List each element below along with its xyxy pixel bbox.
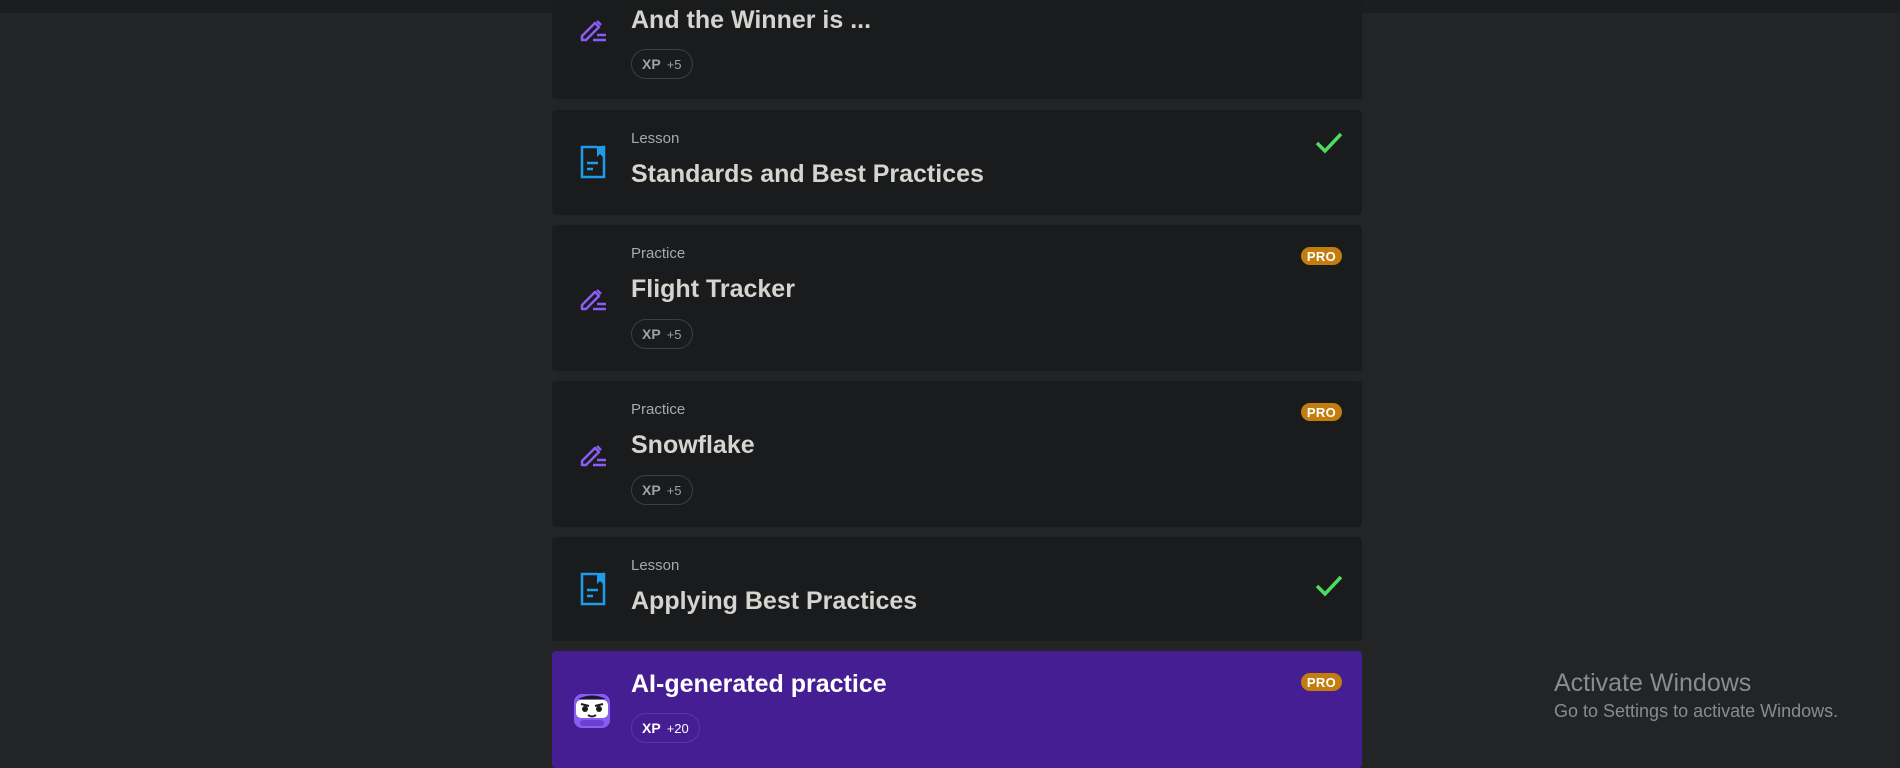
pencil-icon bbox=[576, 11, 610, 45]
practice-card-and-the-winner[interactable]: And the Winner is ... XP +5 bbox=[552, 0, 1362, 99]
xp-label: XP bbox=[642, 326, 661, 342]
xp-badge: XP +20 bbox=[631, 713, 700, 743]
pro-badge: PRO bbox=[1300, 673, 1342, 691]
xp-badge: XP +5 bbox=[631, 475, 693, 505]
check-icon bbox=[1315, 132, 1343, 154]
xp-value: +5 bbox=[666, 56, 682, 72]
practice-card-snowflake[interactable]: Practice Snowflake XP +5 PRO bbox=[552, 381, 1362, 527]
windows-activation-watermark: Activate Windows Go to Settings to activ… bbox=[1554, 668, 1838, 724]
xp-label: XP bbox=[642, 720, 661, 736]
document-icon bbox=[576, 145, 610, 179]
item-title: And the Winner is ... bbox=[631, 6, 872, 34]
item-title: AI-generated practice bbox=[631, 670, 887, 698]
item-type-label: Lesson bbox=[631, 557, 680, 574]
pro-badge: PRO bbox=[1300, 403, 1342, 421]
xp-value: +5 bbox=[666, 482, 682, 498]
xp-label: XP bbox=[642, 56, 661, 72]
check-icon bbox=[1315, 575, 1343, 597]
xp-label: XP bbox=[642, 482, 661, 498]
xp-badge: XP +5 bbox=[631, 49, 693, 79]
watermark-title: Activate Windows bbox=[1554, 669, 1752, 697]
document-icon bbox=[576, 572, 610, 606]
watermark-subtitle: Go to Settings to activate Windows. bbox=[1554, 701, 1839, 721]
xp-value: +5 bbox=[666, 326, 682, 342]
pro-badge: PRO bbox=[1300, 247, 1342, 265]
item-title: Applying Best Practices bbox=[631, 587, 918, 615]
item-type-label: Practice bbox=[631, 401, 686, 418]
pencil-icon bbox=[576, 436, 610, 470]
item-type-label: Practice bbox=[631, 245, 686, 262]
robot-mascot-icon bbox=[572, 690, 612, 730]
item-title: Standards and Best Practices bbox=[631, 160, 984, 188]
practice-card-flight-tracker[interactable]: Practice Flight Tracker XP +5 PRO bbox=[552, 225, 1362, 371]
item-title: Snowflake bbox=[631, 431, 755, 459]
item-type-label: Lesson bbox=[631, 130, 680, 147]
lesson-card-standards[interactable]: Lesson Standards and Best Practices bbox=[552, 110, 1362, 215]
lesson-card-applying[interactable]: Lesson Applying Best Practices bbox=[552, 537, 1362, 641]
item-title: Flight Tracker bbox=[631, 275, 795, 303]
xp-badge: XP +5 bbox=[631, 319, 693, 349]
pencil-icon bbox=[576, 280, 610, 314]
ai-practice-card[interactable]: AI-generated practice XP +20 PRO bbox=[552, 651, 1362, 768]
xp-value: +20 bbox=[666, 720, 689, 736]
